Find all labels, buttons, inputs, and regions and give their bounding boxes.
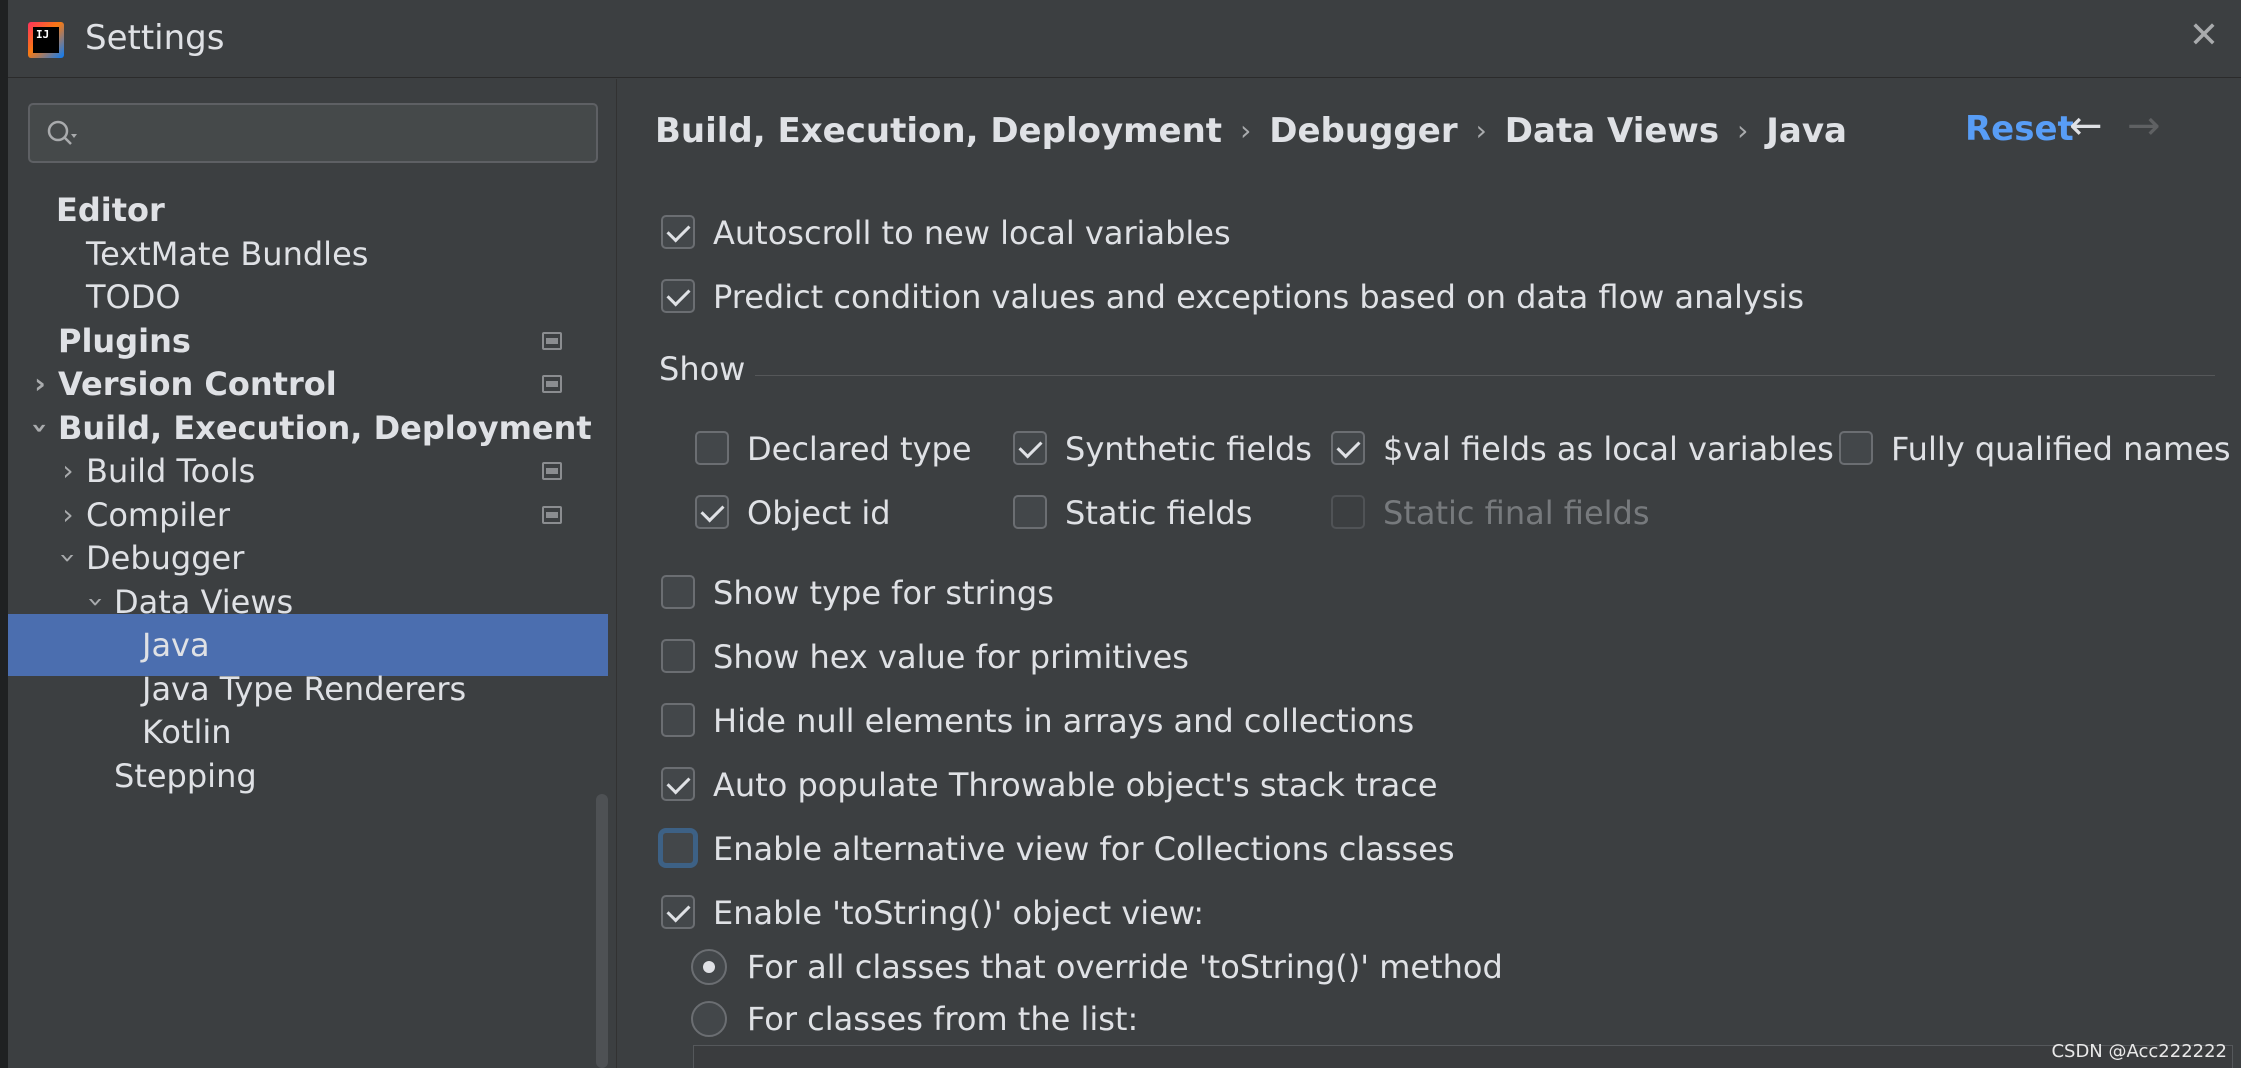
breadcrumb-item: Java [1766, 110, 1847, 151]
checkbox-unchecked[interactable] [661, 575, 695, 609]
watermark: CSDN @Acc222222 [2051, 1041, 2227, 1062]
close-icon[interactable]: ✕ [2189, 16, 2219, 56]
breadcrumb-item: Build, Execution, Deployment [655, 110, 1223, 151]
checkbox-disabled [1331, 495, 1365, 529]
search-input[interactable] [28, 103, 598, 163]
checkbox-checked[interactable] [661, 895, 695, 929]
background-edge [0, 0, 8, 1068]
breadcrumb-item: Data Views [1504, 110, 1720, 151]
breadcrumb-item: Debugger [1269, 110, 1458, 151]
checkbox-checked[interactable] [661, 279, 695, 313]
checkbox-unchecked[interactable] [1839, 431, 1873, 465]
show-group-label: Show [659, 350, 746, 388]
settings-sidebar: Editor TextMate Bundles TODO Plugins › V… [8, 79, 608, 1068]
back-arrow-icon[interactable]: ← [2069, 103, 2103, 149]
checkbox-unchecked[interactable] [661, 703, 695, 737]
title-bar: IJ Settings ✕ [8, 0, 2241, 78]
breadcrumb: Build, Execution, Deployment › Debugger › Da… [655, 109, 1847, 159]
checkbox-unchecked[interactable] [695, 431, 729, 465]
checkbox-unchecked[interactable] [1013, 495, 1047, 529]
dialog-title: Settings [85, 18, 225, 58]
project-settings-icon [542, 332, 562, 350]
forward-arrow-icon[interactable]: → [2127, 103, 2161, 149]
radio-selected[interactable] [691, 949, 727, 985]
settings-dialog: IJ Settings ✕ Editor TextMate Bundles TO… [8, 0, 2241, 1068]
classes-list[interactable] [693, 1045, 2233, 1068]
settings-content: Build, Execution, Deployment › Debugger › Da… [616, 79, 2241, 1068]
breadcrumb-separator-icon: › [1475, 114, 1487, 147]
checkbox-unchecked[interactable] [661, 639, 695, 673]
breadcrumb-separator-icon: › [1240, 114, 1252, 147]
checkbox-unchecked[interactable] [661, 831, 695, 865]
breadcrumb-separator-icon: › [1737, 114, 1749, 147]
checkbox-checked[interactable] [1013, 431, 1047, 465]
reset-link[interactable]: Reset [1965, 109, 2074, 149]
project-settings-icon [542, 462, 562, 480]
radio-unselected[interactable] [691, 1001, 727, 1037]
intellij-logo-icon: IJ [28, 22, 64, 58]
search-icon [47, 120, 77, 145]
checkbox-checked[interactable] [661, 215, 695, 249]
checkbox-checked[interactable] [695, 495, 729, 529]
project-settings-icon [542, 375, 562, 393]
group-divider [755, 375, 2215, 376]
sidebar-item-stepping[interactable]: Stepping [8, 745, 608, 807]
project-settings-icon [542, 506, 562, 524]
sidebar-scrollbar[interactable] [596, 794, 608, 1068]
checkbox-checked[interactable] [1331, 431, 1365, 465]
checkbox-checked[interactable] [661, 767, 695, 801]
